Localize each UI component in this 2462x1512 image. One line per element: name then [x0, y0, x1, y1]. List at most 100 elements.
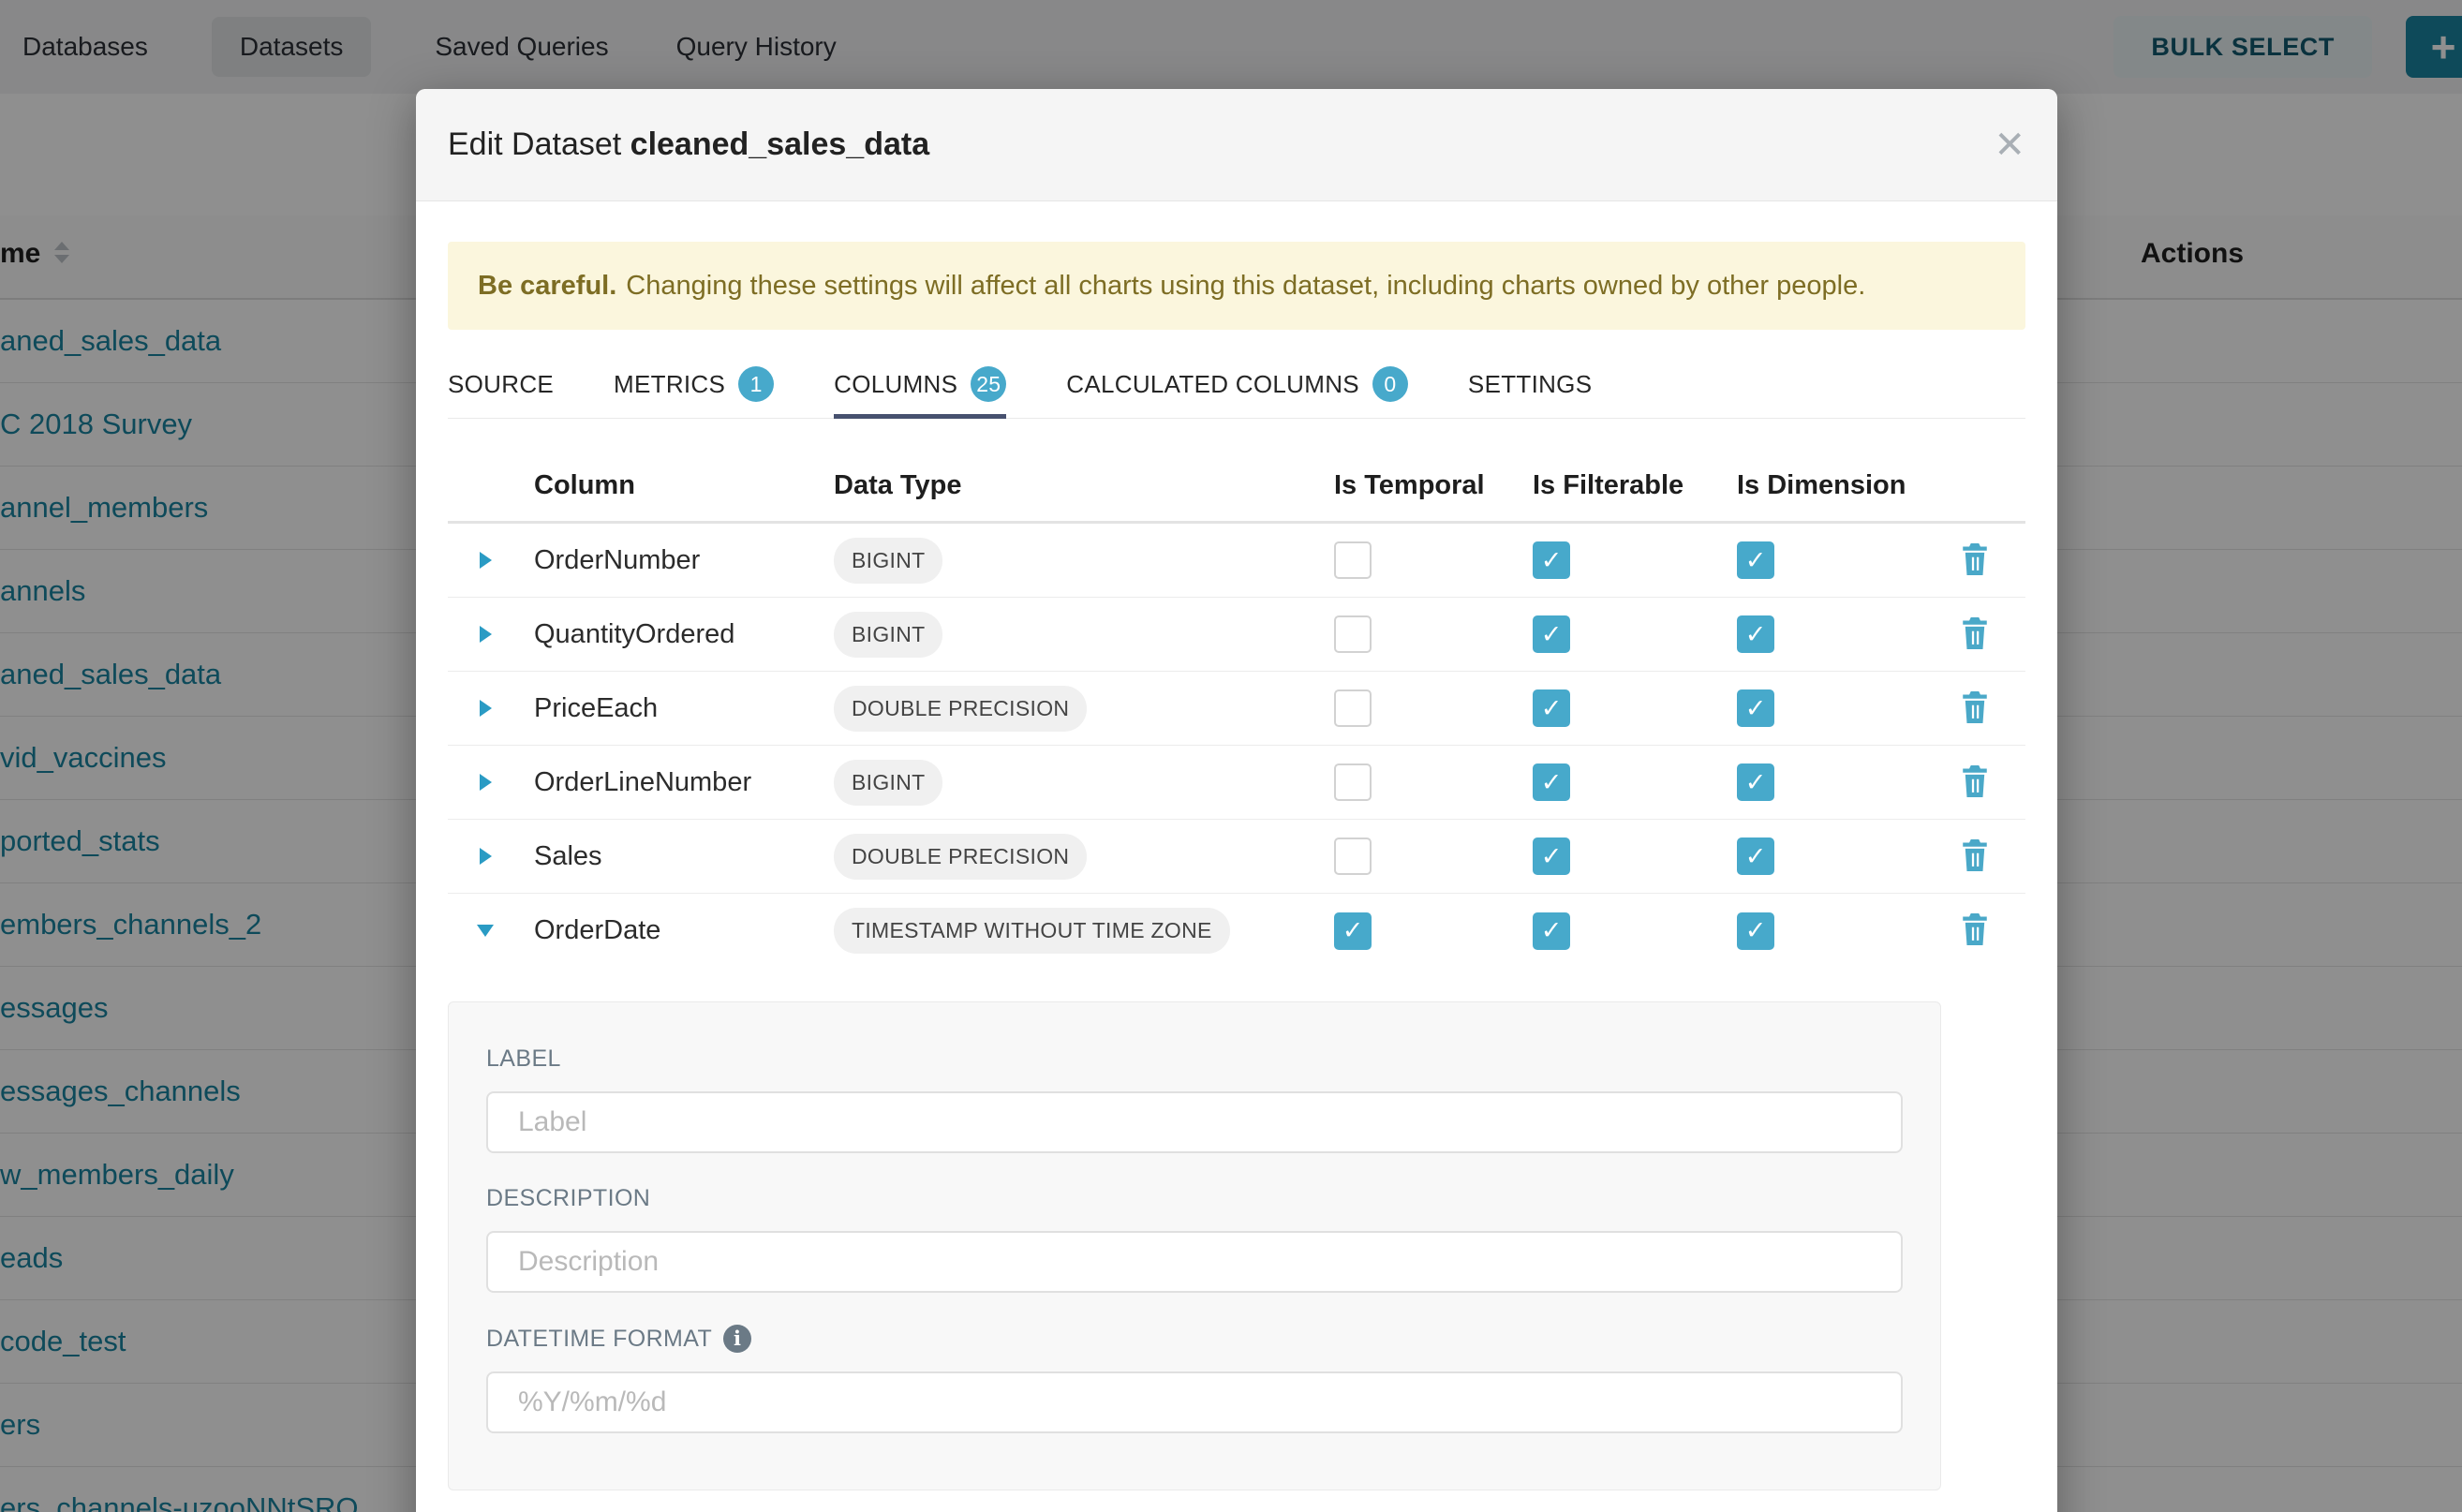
metrics-count-badge: 1 [738, 366, 774, 402]
is-dimension-checkbox[interactable]: ✓ [1737, 541, 1774, 579]
is-dimension-checkbox[interactable]: ✓ [1737, 615, 1774, 653]
is-temporal-checkbox[interactable]: ✓ [1334, 689, 1372, 727]
column-name: Sales [523, 841, 834, 872]
tab-metrics[interactable]: METRICS 1 [614, 356, 774, 418]
is-filterable-checkbox[interactable]: ✓ [1533, 541, 1570, 579]
expand-caret-icon[interactable] [448, 626, 523, 643]
check-icon: ✓ [1342, 916, 1364, 945]
column-name: OrderNumber [523, 545, 834, 576]
description-input[interactable] [486, 1231, 1903, 1293]
expand-caret-icon[interactable] [448, 552, 523, 569]
delete-column-button[interactable] [1959, 838, 1991, 876]
check-icon: ✓ [1745, 694, 1767, 723]
columns-table: Column Data Type Is Temporal Is Filterab… [448, 451, 2025, 968]
is-temporal-header: Is Temporal [1334, 470, 1533, 501]
column-row-sales: Sales DOUBLE PRECISION ✓ ✓ ✓ [448, 820, 2025, 894]
datetime-format-input[interactable] [486, 1371, 1903, 1433]
check-icon: ✓ [1745, 768, 1767, 797]
columns-count-badge: 25 [971, 366, 1006, 402]
column-row-priceeach: PriceEach DOUBLE PRECISION ✓ ✓ ✓ [448, 672, 2025, 746]
is-dimension-header: Is Dimension [1737, 470, 1924, 501]
columns-table-header: Column Data Type Is Temporal Is Filterab… [448, 451, 2025, 524]
collapse-caret-icon[interactable] [448, 925, 523, 937]
data-type-pill: BIGINT [834, 612, 942, 658]
tab-label: METRICS [614, 370, 725, 399]
is-temporal-checkbox[interactable]: ✓ [1334, 541, 1372, 579]
tab-columns[interactable]: COLUMNS 25 [834, 356, 1006, 418]
column-name: QuantityOrdered [523, 619, 834, 650]
check-icon: ✓ [1541, 768, 1563, 797]
column-row-quantityordered: QuantityOrdered BIGINT ✓ ✓ ✓ [448, 598, 2025, 672]
trash-icon [1959, 541, 1991, 577]
is-filterable-checkbox[interactable]: ✓ [1533, 615, 1570, 653]
tab-label: SOURCE [448, 370, 554, 399]
is-filterable-checkbox[interactable]: ✓ [1533, 689, 1570, 727]
is-temporal-checkbox[interactable]: ✓ [1334, 763, 1372, 801]
is-temporal-checkbox[interactable]: ✓ [1334, 838, 1372, 875]
tab-settings[interactable]: SETTINGS [1468, 356, 1592, 418]
delete-column-button[interactable] [1959, 541, 1991, 580]
expand-caret-icon[interactable] [448, 848, 523, 865]
calculated-columns-count-badge: 0 [1372, 366, 1408, 402]
data-type-pill: BIGINT [834, 760, 942, 806]
column-name: OrderDate [523, 915, 834, 946]
label-input[interactable] [486, 1091, 1903, 1153]
column-name: OrderLineNumber [523, 767, 834, 798]
label-field-label: LABEL [486, 1045, 1903, 1073]
column-name: PriceEach [523, 693, 834, 724]
check-icon: ✓ [1745, 620, 1767, 649]
column-header: Column [523, 470, 834, 501]
is-temporal-checkbox[interactable]: ✓ [1334, 912, 1372, 950]
description-field-label: DESCRIPTION [486, 1185, 1903, 1212]
tab-label: SETTINGS [1468, 370, 1592, 399]
info-icon[interactable]: i [723, 1325, 751, 1353]
data-type-header: Data Type [834, 470, 1334, 501]
modal-title-prefix: Edit Dataset [448, 126, 621, 162]
column-row-orderlinenumber: OrderLineNumber BIGINT ✓ ✓ ✓ [448, 746, 2025, 820]
data-type-pill: BIGINT [834, 538, 942, 584]
is-filterable-checkbox[interactable]: ✓ [1533, 838, 1570, 875]
delete-column-button[interactable] [1959, 763, 1991, 802]
expand-caret-icon[interactable] [448, 700, 523, 717]
is-filterable-checkbox[interactable]: ✓ [1533, 763, 1570, 801]
data-type-pill: DOUBLE PRECISION [834, 834, 1087, 880]
trash-icon [1959, 912, 1991, 947]
check-icon: ✓ [1745, 546, 1767, 575]
is-filterable-checkbox[interactable]: ✓ [1533, 912, 1570, 950]
is-temporal-checkbox[interactable]: ✓ [1334, 615, 1372, 653]
modal-title-dataset-name: cleaned_sales_data [630, 126, 929, 162]
close-icon[interactable]: ✕ [1994, 126, 2025, 164]
modal-header: Edit Dataset cleaned_sales_data ✕ [416, 89, 2057, 201]
is-dimension-checkbox[interactable]: ✓ [1737, 763, 1774, 801]
trash-icon [1959, 763, 1991, 799]
data-type-pill: TIMESTAMP WITHOUT TIME ZONE [834, 908, 1230, 954]
column-row-orderdate: OrderDate TIMESTAMP WITHOUT TIME ZONE ✓ … [448, 894, 2025, 968]
is-dimension-checkbox[interactable]: ✓ [1737, 689, 1774, 727]
data-type-pill: DOUBLE PRECISION [834, 686, 1087, 732]
check-icon: ✓ [1541, 694, 1563, 723]
edit-dataset-modal: Edit Dataset cleaned_sales_data ✕ Be car… [416, 89, 2057, 1512]
check-icon: ✓ [1745, 842, 1767, 871]
warning-text: Changing these settings will affect all … [626, 271, 1865, 302]
is-filterable-header: Is Filterable [1533, 470, 1737, 501]
expand-caret-icon[interactable] [448, 774, 523, 791]
tab-label: CALCULATED COLUMNS [1066, 370, 1359, 399]
tab-calculated-columns[interactable]: CALCULATED COLUMNS 0 [1066, 356, 1408, 418]
trash-icon [1959, 838, 1991, 873]
check-icon: ✓ [1745, 916, 1767, 945]
modal-tabs: SOURCE METRICS 1 COLUMNS 25 CALCULATED C… [448, 356, 2025, 419]
delete-column-button[interactable] [1959, 615, 1991, 654]
tab-label: COLUMNS [834, 370, 957, 399]
check-icon: ✓ [1541, 842, 1563, 871]
delete-column-button[interactable] [1959, 689, 1991, 728]
is-dimension-checkbox[interactable]: ✓ [1737, 912, 1774, 950]
is-dimension-checkbox[interactable]: ✓ [1737, 838, 1774, 875]
modal-body: Be careful. Changing these settings will… [416, 201, 2057, 1490]
column-row-ordernumber: OrderNumber BIGINT ✓ ✓ ✓ [448, 524, 2025, 598]
warning-banner: Be careful. Changing these settings will… [448, 242, 2025, 330]
trash-icon [1959, 689, 1991, 725]
warning-bold-text: Be careful. [478, 271, 616, 302]
tab-source[interactable]: SOURCE [448, 356, 554, 418]
column-detail-panel: LABEL DESCRIPTION DATETIME FORMAT i [448, 1001, 1941, 1490]
delete-column-button[interactable] [1959, 912, 1991, 950]
